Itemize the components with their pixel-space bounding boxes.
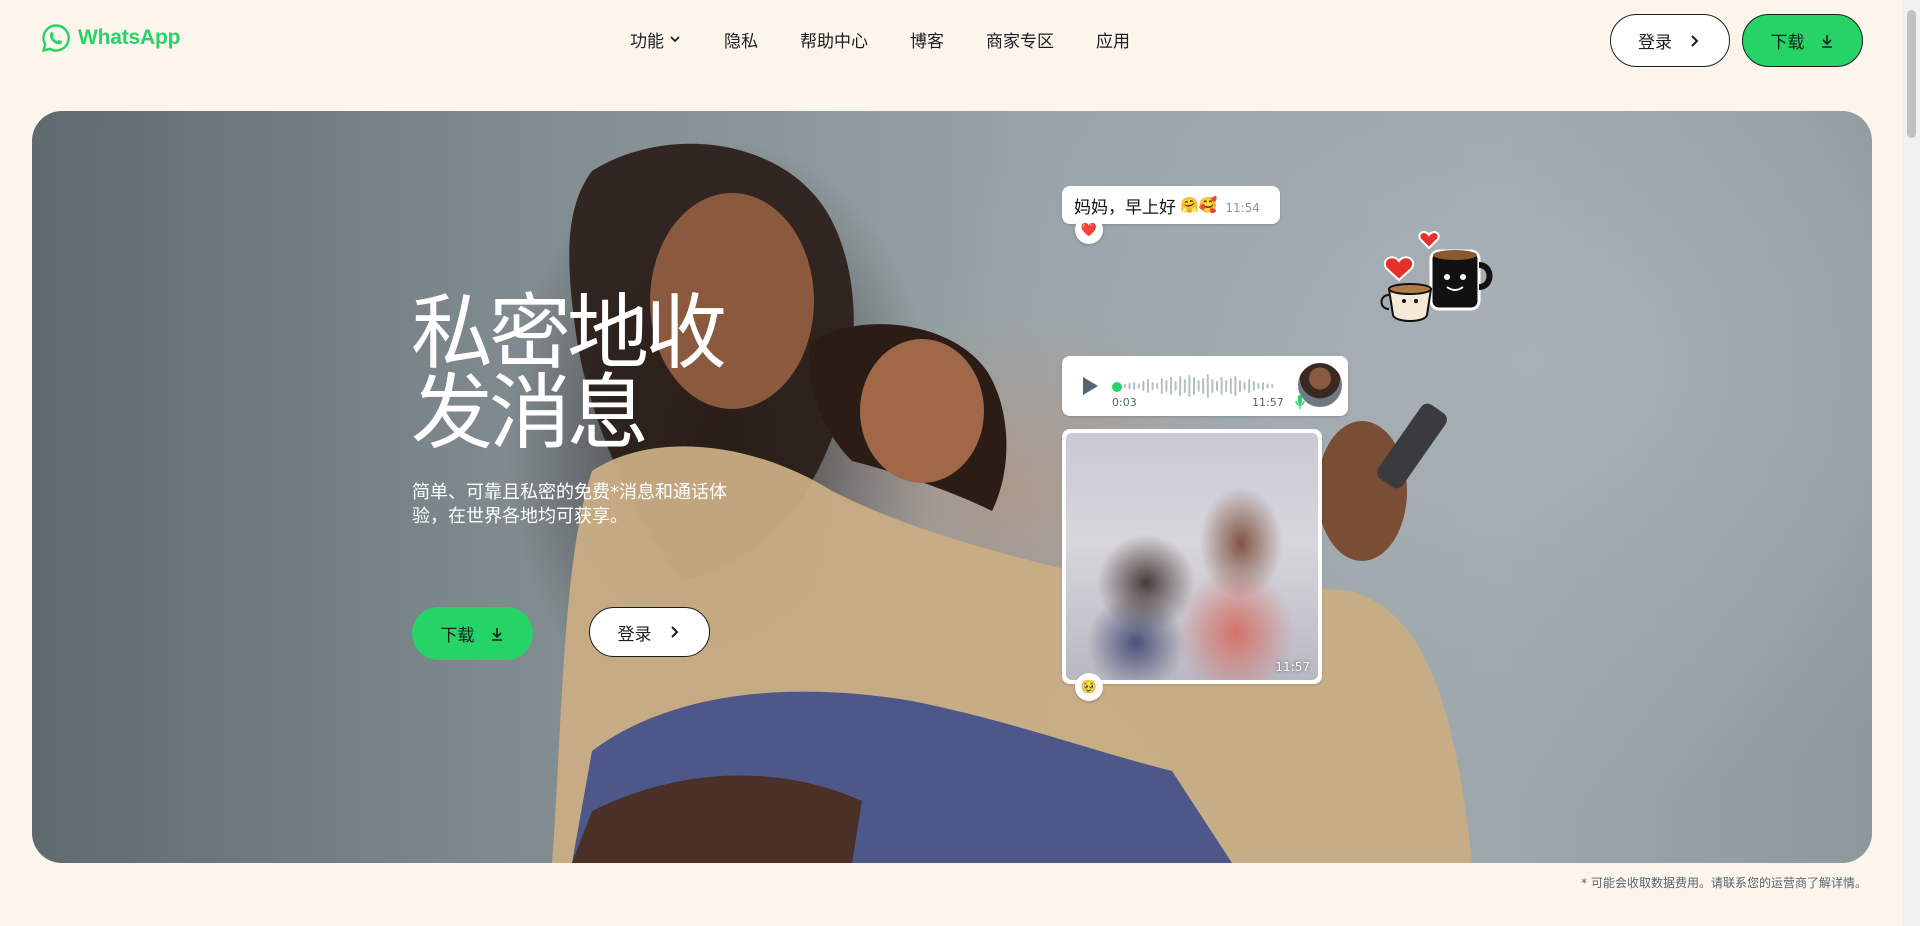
page-scrollbar[interactable] (1903, 0, 1920, 926)
chevron-down-icon (670, 36, 680, 43)
main-nav: 功能 隐私 帮助中心 博客 商家专区 应用 (630, 24, 1130, 54)
nav-item-blog[interactable]: 博客 (910, 27, 944, 52)
nav-item-privacy[interactable]: 隐私 (724, 27, 758, 52)
nav-item-help-center[interactable]: 帮助中心 (800, 27, 868, 52)
nav-item-apps[interactable]: 应用 (1096, 27, 1130, 52)
voice-progress-dot (1112, 382, 1122, 392)
nav-item-label: 隐私 (724, 31, 758, 52)
voice-elapsed: 0:03 (1112, 396, 1137, 409)
chevron-right-icon (670, 626, 678, 638)
header-download-button[interactable]: 下载 (1742, 14, 1863, 67)
nav-item-label: 博客 (910, 31, 944, 52)
chat-photo-bubble: 11:57 (1062, 429, 1322, 684)
scrollbar-thumb[interactable] (1907, 10, 1916, 138)
chat-voice-bubble: 0:03 11:57 (1062, 356, 1348, 416)
download-icon (491, 627, 502, 641)
coffee-sticker-icon (1380, 231, 1493, 322)
hero-download-button[interactable]: 下载 (412, 607, 533, 660)
hero-title: 私密地收发消息 (411, 286, 727, 461)
chat-photo: 11:57 (1066, 433, 1318, 680)
download-label: 下载 (1770, 33, 1805, 53)
download-label: 下载 (440, 626, 475, 646)
chat-message-time: 11:54 (1225, 201, 1260, 215)
chevron-right-icon (1691, 34, 1699, 47)
data-charges-footnote: * 可能会收取数据费用。请联系您的运营商了解详情。 (1581, 876, 1867, 890)
login-label: 登录 (1638, 33, 1672, 53)
nav-item-label: 应用 (1096, 31, 1130, 52)
nav-item-business[interactable]: 商家专区 (986, 27, 1054, 52)
emoji-reaction: 🥹 (1075, 673, 1103, 701)
hero-subtitle: 简单、可靠且私密的免费*消息和通话体验，在世界各地均可获享。 (412, 482, 727, 527)
nav-item-label: 商家专区 (986, 31, 1054, 52)
nav-item-label: 功能 (630, 31, 664, 52)
whatsapp-logo-icon (41, 24, 70, 53)
play-icon (1083, 377, 1098, 395)
download-icon (1821, 34, 1832, 48)
header-login-button[interactable]: 登录 (1610, 14, 1730, 67)
site-header: WhatsApp 功能 隐私 帮助中心 博客 商家专区 应用 登录 下载 (0, 0, 1920, 80)
voice-time: 11:57 (1252, 396, 1284, 409)
whatsapp-logo[interactable]: WhatsApp (40, 20, 180, 56)
hero-login-button[interactable]: 登录 (589, 607, 710, 657)
login-label: 登录 (617, 624, 652, 645)
chat-message-text: 妈妈，早上好 (1074, 197, 1176, 218)
photo-time: 11:57 (1275, 660, 1310, 674)
hero-photo (552, 143, 1472, 863)
chat-message-emoji: 🤗🥰 (1180, 196, 1218, 214)
brand-name: WhatsApp (78, 26, 181, 49)
mic-icon (1295, 395, 1305, 409)
nav-item-label: 帮助中心 (800, 31, 868, 52)
heart-reaction: ❤️ (1075, 216, 1103, 244)
hero-banner: 私密地收发消息 简单、可靠且私密的免费*消息和通话体验，在世界各地均可获享。 下… (32, 111, 1872, 863)
nav-item-features[interactable]: 功能 (630, 27, 682, 52)
